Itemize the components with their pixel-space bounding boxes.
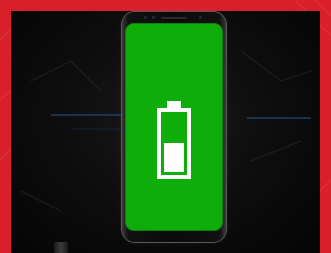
phone-speaker bbox=[161, 17, 187, 19]
phone-camera bbox=[152, 16, 155, 19]
image-frame bbox=[0, 0, 331, 253]
battery-icon bbox=[157, 101, 191, 179]
battery-level-fill bbox=[164, 143, 184, 172]
smartphone bbox=[122, 12, 226, 242]
charging-cable bbox=[54, 242, 68, 253]
phone-sensor bbox=[144, 16, 147, 19]
phone-screen bbox=[125, 23, 223, 231]
battery-cap bbox=[167, 101, 181, 108]
phone-sensor bbox=[199, 16, 202, 19]
